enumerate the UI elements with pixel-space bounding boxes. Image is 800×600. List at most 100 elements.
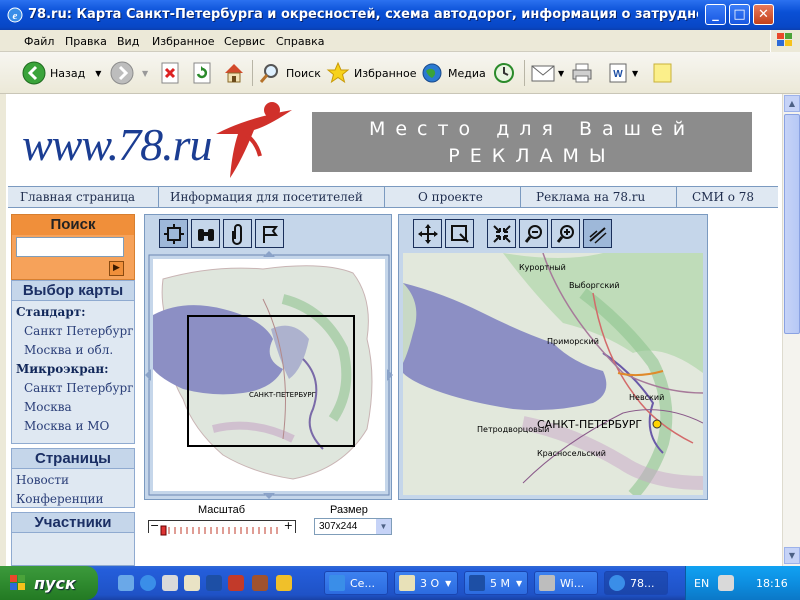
notes-button[interactable]	[650, 58, 674, 88]
window-titlebar[interactable]: e 78.ru: Карта Санкт-Петербурга и окресн…	[0, 0, 800, 30]
globe-media-icon	[422, 63, 442, 83]
window-title: 78.ru: Карта Санкт-Петербурга и окреснос…	[28, 7, 698, 22]
scroll-thumb[interactable]	[784, 114, 800, 334]
quicklaunch-powerpoint-icon[interactable]	[228, 575, 244, 591]
menu-edit[interactable]: Правка	[65, 35, 107, 48]
menu-bar: Файл Правка Вид Избранное Сервис Справка	[0, 30, 800, 52]
nav-divider	[520, 187, 521, 208]
nav-about[interactable]: О проекте	[418, 190, 483, 204]
task-app-icon	[539, 575, 555, 591]
standard-header: Стандарт:	[16, 305, 86, 319]
close-button[interactable]: ✕	[753, 4, 774, 25]
network-tray-icon[interactable]	[718, 575, 734, 591]
browser-toolbar: Назад ▼ ▼ Поиск Избранное Медиа ▼ W ▼	[0, 52, 800, 94]
pan-south-icon	[263, 493, 275, 499]
back-label: Назад	[50, 66, 86, 80]
task-button-5-active[interactable]: 78...	[604, 571, 668, 595]
refresh-button[interactable]	[192, 58, 212, 88]
fit-tool[interactable]	[487, 219, 516, 248]
minimize-button[interactable]: _	[705, 4, 726, 25]
search-go-button[interactable]: ▶	[109, 261, 124, 276]
forward-dropdown-icon[interactable]: ▼	[142, 69, 148, 78]
zoom-box-tool[interactable]	[445, 219, 474, 248]
main-map[interactable]: Курортный Выборгский Приморский Невский …	[403, 253, 703, 495]
scroll-up-arrow-icon[interactable]: ▲	[784, 95, 800, 112]
link-micro-spb[interactable]: Санкт Петербург	[24, 381, 134, 395]
clock[interactable]: 18:16	[756, 577, 788, 590]
quicklaunch-pencil-icon[interactable]	[276, 575, 292, 591]
edit-word-button[interactable]: W ▼	[606, 58, 638, 88]
site-search-input[interactable]	[16, 237, 124, 257]
task-button-3[interactable]: 5 М ▼	[464, 571, 528, 595]
mail-button[interactable]: ▼	[530, 58, 564, 88]
start-button[interactable]: пуск	[0, 566, 98, 600]
toolbar-separator	[524, 60, 525, 86]
label-spb: САНКТ-ПЕТЕРБУРГ	[537, 418, 643, 431]
overview-city-label: САНКТ-ПЕТЕРБУРГ	[249, 391, 316, 399]
link-micro-moscow-mo[interactable]: Москва и МО	[24, 419, 109, 433]
link-news[interactable]: Новости	[16, 473, 69, 487]
chevron-down-icon[interactable]: ▼	[376, 519, 391, 534]
print-button[interactable]	[570, 58, 594, 88]
zoom-in-tool[interactable]	[551, 219, 580, 248]
link-standard-spb[interactable]: Санкт Петербург	[24, 324, 134, 338]
desktop-screen: e 78.ru: Карта Санкт-Петербурга и окресн…	[0, 0, 800, 600]
mail-dropdown-icon[interactable]: ▼	[558, 69, 564, 78]
language-indicator[interactable]: EN	[694, 577, 709, 590]
edit-dropdown-icon[interactable]: ▼	[632, 69, 638, 78]
move-arrows-icon	[417, 223, 438, 244]
scroll-down-arrow-icon[interactable]: ▼	[784, 547, 800, 564]
map-size-select[interactable]: 307x244 ▼	[314, 518, 392, 535]
task-button-1[interactable]: Се...	[324, 571, 388, 595]
back-dropdown-icon[interactable]: ▼	[95, 69, 101, 78]
quicklaunch-word-icon[interactable]	[206, 575, 222, 591]
sticky-note-icon	[653, 63, 672, 83]
word-doc-icon: W	[609, 63, 627, 83]
menu-file[interactable]: Файл	[24, 35, 54, 48]
menu-help[interactable]: Справка	[276, 35, 324, 48]
quicklaunch-ie-icon[interactable]	[140, 575, 156, 591]
quicklaunch-desktop-icon[interactable]	[118, 575, 134, 591]
overview-map[interactable]: САНКТ-ПЕТЕРБУРГ	[153, 259, 385, 491]
menu-favorites[interactable]: Избранное	[152, 35, 214, 48]
pan-east-icon	[387, 369, 393, 381]
menu-tools[interactable]: Сервис	[224, 35, 265, 48]
ad-line-2: РЕКЛАМЫ	[448, 145, 616, 167]
zoom-out-tool[interactable]	[519, 219, 548, 248]
pan-tool[interactable]	[413, 219, 442, 248]
maximize-button[interactable]: □	[729, 4, 750, 25]
quicklaunch-explorer-icon[interactable]	[162, 575, 178, 591]
history-button[interactable]	[492, 58, 516, 88]
nav-advertising[interactable]: Реклама на 78.ru	[536, 190, 645, 204]
scale-minus-button[interactable]: −	[150, 519, 159, 532]
forward-button[interactable]: ▼	[110, 58, 148, 88]
nav-visitors-info[interactable]: Информация для посетителей	[170, 190, 363, 204]
task-button-4[interactable]: Wi...	[534, 571, 598, 595]
quicklaunch-app-icon[interactable]	[184, 575, 200, 591]
ad-banner[interactable]: Место для Вашей РЕКЛАМЫ	[312, 112, 752, 172]
back-button[interactable]: Назад ▼	[22, 58, 101, 88]
vertical-scrollbar[interactable]: ▲ ▼	[782, 94, 800, 566]
scale-slider[interactable]: − +	[148, 519, 296, 536]
web-page: www.78.ru Место для Вашей РЕКЛАМЫ Главна…	[8, 94, 778, 566]
microscreen-header: Микроэкран:	[16, 362, 109, 376]
task-button-2[interactable]: 3 О ▼	[394, 571, 458, 595]
search-button[interactable]: Поиск	[258, 58, 321, 88]
nav-home[interactable]: Главная страница	[20, 190, 135, 204]
search-label: Поиск	[286, 66, 321, 80]
site-logo[interactable]: www.78.ru	[16, 100, 306, 180]
home-button[interactable]	[222, 58, 246, 88]
measure-tool[interactable]	[583, 219, 612, 248]
scale-plus-button[interactable]: +	[284, 519, 293, 532]
link-standard-moscow-region[interactable]: Москва и обл.	[24, 343, 113, 357]
quicklaunch-book-icon[interactable]	[252, 575, 268, 591]
menu-view[interactable]: Вид	[117, 35, 139, 48]
stop-button[interactable]	[160, 58, 180, 88]
nav-media[interactable]: СМИ о 78	[692, 190, 754, 204]
main-map-drawing	[403, 253, 703, 495]
ad-line-1: Место для Вашей	[368, 118, 696, 140]
link-conferences[interactable]: Конференции	[16, 492, 104, 506]
link-micro-moscow[interactable]: Москва	[24, 400, 72, 414]
media-button[interactable]: Медиа	[420, 58, 486, 88]
favorites-button[interactable]: Избранное	[326, 58, 416, 88]
